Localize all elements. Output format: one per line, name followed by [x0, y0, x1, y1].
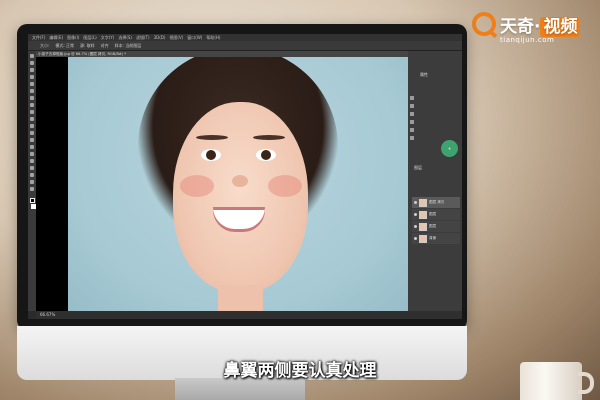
gradient-tool-icon[interactable]	[30, 131, 34, 135]
menu-item-type[interactable]: 文字(Y)	[101, 34, 115, 41]
layer-row[interactable]: 图层 拷贝	[412, 197, 460, 208]
layers-panel-title[interactable]: 图层	[414, 165, 422, 171]
status-bar: 66.67%	[36, 311, 462, 319]
move-tool-icon[interactable]	[30, 54, 34, 58]
history-panel-icon[interactable]	[410, 96, 414, 100]
layer-name: 背景	[429, 236, 437, 240]
layer-row[interactable]: 背景	[412, 233, 460, 244]
menu-item-layer[interactable]: 图层(L)	[83, 34, 96, 41]
menu-item-3d[interactable]: 3D(D)	[154, 34, 166, 41]
tools-panel	[28, 51, 36, 311]
shape-tool-icon[interactable]	[30, 173, 34, 177]
logo-brand: 天奇	[500, 16, 534, 37]
layer-thumbnail	[419, 210, 427, 219]
menu-item-select[interactable]: 选择(S)	[118, 34, 132, 41]
layer-name: 图层 拷贝	[429, 200, 445, 204]
history-brush-tool-icon[interactable]	[30, 117, 34, 121]
blur-tool-icon[interactable]	[30, 138, 34, 142]
type-tool-icon[interactable]	[30, 159, 34, 163]
brush-panel-icon[interactable]	[410, 120, 414, 124]
layer-name: 图层	[429, 224, 437, 228]
panel-icon-strip	[408, 94, 416, 154]
menu-bar: 文件(F) 编辑(E) 图像(I) 图层(L) 文字(Y) 选择(S) 滤镜(T…	[28, 34, 462, 41]
visibility-eye-icon[interactable]	[414, 225, 417, 228]
layer-row[interactable]: 图层	[412, 221, 460, 232]
canvas-area[interactable]	[36, 57, 408, 311]
lasso-tool-icon[interactable]	[30, 68, 34, 72]
swatches-panel-icon[interactable]	[410, 112, 414, 116]
logo-search-icon	[472, 12, 496, 36]
menu-item-file[interactable]: 文件(F)	[32, 34, 45, 41]
clone-stamp-tool-icon[interactable]	[30, 110, 34, 114]
menu-item-edit[interactable]: 编辑(E)	[49, 34, 63, 41]
eyedropper-tool-icon[interactable]	[30, 89, 34, 93]
video-subtitle: 鼻翼两侧要认真处理	[223, 361, 377, 381]
left-eye	[201, 149, 221, 161]
right-eye	[256, 149, 276, 161]
layer-thumbnail	[419, 234, 427, 243]
adjustments-panel-icon[interactable]	[410, 104, 414, 108]
brush-tool-icon[interactable]	[30, 103, 34, 107]
nose	[232, 175, 248, 187]
neck	[218, 285, 263, 311]
option-size[interactable]: 大小:	[40, 41, 49, 50]
eraser-tool-icon[interactable]	[30, 124, 34, 128]
quick-select-tool-icon[interactable]	[30, 75, 34, 79]
visibility-eye-icon[interactable]	[414, 213, 417, 216]
option-mode[interactable]: 模式: 正常	[55, 41, 74, 50]
hand-tool-icon[interactable]	[30, 180, 34, 184]
option-source[interactable]: 源: 取样	[80, 41, 95, 50]
marquee-tool-icon[interactable]	[30, 61, 34, 65]
menu-item-image[interactable]: 图像(I)	[67, 34, 79, 41]
pen-tool-icon[interactable]	[30, 152, 34, 156]
menu-item-window[interactable]: 窗口(W)	[187, 34, 202, 41]
options-bar: 大小: 模式: 正常 源: 取样 对齐 样本: 当前图层	[28, 41, 462, 51]
foreground-color-swatch[interactable]	[29, 198, 35, 203]
logo-text: 天奇· 视频	[500, 12, 581, 37]
zoom-level: 66.67%	[40, 312, 56, 317]
layer-thumbnail	[419, 222, 427, 231]
monitor-stand	[175, 378, 305, 400]
layer-thumbnail	[419, 198, 427, 207]
visibility-eye-icon[interactable]	[414, 201, 417, 204]
green-badge[interactable]: +	[441, 140, 458, 157]
left-cheek	[180, 175, 214, 197]
path-select-tool-icon[interactable]	[30, 166, 34, 170]
layer-name: 图层	[429, 212, 437, 216]
layer-row[interactable]: 图层	[412, 209, 460, 220]
menu-item-help[interactable]: 帮助(H)	[206, 34, 220, 41]
crop-tool-icon[interactable]	[30, 82, 34, 86]
option-aligned[interactable]: 对齐	[101, 41, 109, 50]
properties-panel-title: 属性	[420, 72, 428, 77]
logo-suffix: 视频	[540, 16, 581, 37]
zoom-tool-icon[interactable]	[30, 187, 34, 191]
dodge-tool-icon[interactable]	[30, 145, 34, 149]
logo-url: tianqijun.com	[500, 36, 555, 44]
visibility-eye-icon[interactable]	[414, 237, 417, 240]
photoshop-window: 文件(F) 编辑(E) 图像(I) 图层(L) 文字(Y) 选择(S) 滤镜(T…	[28, 34, 462, 319]
paths-panel-icon[interactable]	[410, 128, 414, 132]
left-eyebrow	[196, 135, 228, 140]
healing-brush-tool-icon[interactable]	[30, 96, 34, 100]
right-eyebrow	[253, 135, 285, 140]
portrait-photo[interactable]	[68, 57, 408, 311]
face	[173, 102, 308, 292]
menu-item-filter[interactable]: 滤镜(T)	[136, 34, 150, 41]
channels-panel-icon[interactable]	[410, 136, 414, 140]
option-sample[interactable]: 样本: 当前图层	[115, 41, 142, 50]
right-panels	[408, 51, 462, 311]
right-cheek	[268, 175, 302, 197]
site-logo: 天奇· 视频	[472, 10, 581, 38]
menu-item-view[interactable]: 视图(V)	[169, 34, 183, 41]
